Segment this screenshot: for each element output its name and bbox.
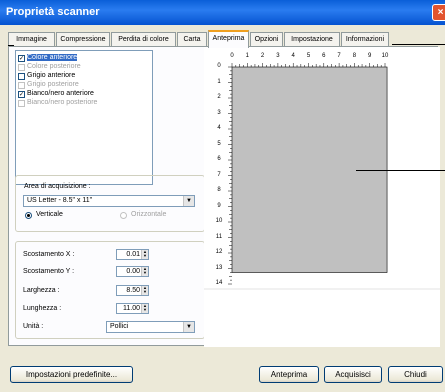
tab-immagine[interactable]: Immagine xyxy=(8,32,55,47)
title-bar: Proprietà scanner × xyxy=(0,0,445,25)
checkbox-icon[interactable] xyxy=(18,64,25,71)
defaults-button[interactable]: Impostazioni predefinite... xyxy=(10,366,133,383)
callout-line-right-middle xyxy=(356,170,445,171)
ruler-label: 9 xyxy=(368,53,372,59)
tab-opzioni[interactable]: Opzioni xyxy=(250,32,283,47)
unit-value: Pollici xyxy=(110,323,129,330)
vertical-label: Verticale xyxy=(36,211,63,218)
ruler-label: 6 xyxy=(322,53,326,59)
preview-panel: ✓ Colore anteriore Colore posteriore Grigio… xyxy=(8,46,440,347)
offset-y-stepper[interactable]: 0.00 ▲ ▼ xyxy=(116,266,149,277)
acquisition-area-group: Area di acquisizione : US Letter - 8.5" … xyxy=(15,175,205,232)
unit-select[interactable]: Pollici ▼ xyxy=(106,321,195,333)
offset-x-value: 0.01 xyxy=(126,251,140,258)
list-item-label: Bianco/nero posteriore xyxy=(27,99,98,106)
ruler-label: 12 xyxy=(215,249,223,255)
checkbox-checked-icon[interactable]: ✓ xyxy=(18,91,25,98)
list-item-label: Grigio posteriore xyxy=(27,81,79,88)
vertical-radio[interactable] xyxy=(25,212,32,219)
horizontal-label: Orizzontale xyxy=(131,211,167,218)
preview-canvas[interactable] xyxy=(204,47,440,347)
length-stepper[interactable]: 11.00 ▲ ▼ xyxy=(116,303,149,314)
ruler-label: 1 xyxy=(217,78,221,85)
ruler-label: 2 xyxy=(260,53,265,59)
ruler-label: 4 xyxy=(217,125,221,131)
checkbox-icon[interactable] xyxy=(18,73,25,80)
callout-line-top xyxy=(8,45,14,46)
list-item-label: Bianco/nero anteriore xyxy=(27,90,94,97)
spin-buttons-icon[interactable]: ▲ ▼ xyxy=(141,304,148,313)
close-button[interactable]: Chiudi xyxy=(388,366,443,383)
preview-button[interactable]: Anteprima xyxy=(259,366,319,383)
spin-buttons-icon[interactable]: ▲ ▼ xyxy=(141,250,148,259)
ruler-label: 0 xyxy=(230,53,234,59)
length-value: 11.00 xyxy=(123,305,140,312)
width-value: 8.50 xyxy=(126,287,140,294)
callout-line-right-top xyxy=(392,44,445,45)
ruler-label: 14 xyxy=(215,280,223,286)
list-item-label: Colore posteriore xyxy=(27,63,81,70)
ruler-label: 7 xyxy=(337,53,341,59)
width-stepper[interactable]: 8.50 ▲ ▼ xyxy=(116,285,149,296)
list-item-label: Grigio anteriore xyxy=(27,72,76,79)
ruler-label: 10 xyxy=(215,218,223,224)
acquisition-area-select[interactable]: US Letter - 8.5" x 11" ▼ xyxy=(23,195,195,207)
tab-informazioni[interactable]: Informazioni xyxy=(341,32,389,47)
ruler-label: 3 xyxy=(276,53,280,59)
checkbox-icon[interactable] xyxy=(18,82,25,89)
acquire-button[interactable]: Acquisisci xyxy=(324,366,382,383)
tab-perdita-di-colore[interactable]: Perdita di colore xyxy=(111,32,176,47)
unit-label: Unità : xyxy=(23,323,44,330)
ruler-label: 5 xyxy=(306,53,311,59)
ruler-label: 6 xyxy=(217,156,221,162)
ruler-label: 7 xyxy=(217,171,221,178)
image-type-list[interactable]: ✓ Colore anteriore Colore posteriore Grigio… xyxy=(15,50,153,185)
spin-buttons-icon[interactable]: ▲ ▼ xyxy=(141,286,148,295)
acquisition-area-label: Area di acquisizione : xyxy=(24,183,91,190)
tab-anteprima[interactable]: Anteprima xyxy=(208,30,249,48)
ruler-label: 4 xyxy=(291,53,295,59)
window-title: Proprietà scanner xyxy=(6,6,100,18)
checkbox-checked-icon[interactable]: ✓ xyxy=(18,55,25,62)
chevron-down-icon[interactable]: ▼ xyxy=(183,196,194,206)
ruler-label: 5 xyxy=(217,140,221,147)
width-label: Larghezza : xyxy=(23,287,60,294)
ruler-label: 8 xyxy=(217,187,221,193)
dimensions-group: Scostamento X : 0.01 ▲ ▼ Scostamento Y : … xyxy=(15,241,205,339)
offset-x-label: Scostamento X : xyxy=(23,251,75,258)
tab-carta[interactable]: Carta xyxy=(177,32,207,47)
ruler-label: 9 xyxy=(217,202,221,209)
offset-x-stepper[interactable]: 0.01 ▲ ▼ xyxy=(116,249,149,260)
ruler-label: 8 xyxy=(352,53,357,59)
tab-compressione[interactable]: Compressione xyxy=(56,32,110,47)
offset-y-value: 0.00 xyxy=(126,268,140,275)
ruler-label: 13 xyxy=(215,264,223,271)
chevron-down-icon[interactable]: ▼ xyxy=(183,322,194,332)
checkbox-icon[interactable] xyxy=(18,100,25,107)
ruler-label: 3 xyxy=(217,109,221,116)
preview-area[interactable]: 0 1 2 3 4 5 6 7 8 9 10 0 1 2 3 4 5 6 7 8 9 10 11 12 13 14 xyxy=(204,47,440,347)
offset-y-label: Scostamento Y : xyxy=(23,268,75,275)
spin-buttons-icon[interactable]: ▲ ▼ xyxy=(141,267,148,276)
ruler-label: 11 xyxy=(215,233,223,240)
ruler-label: 2 xyxy=(217,94,221,100)
horizontal-radio[interactable] xyxy=(120,212,127,219)
tab-impostazione[interactable]: Impostazione xyxy=(284,32,340,47)
ruler-label: 0 xyxy=(217,63,221,69)
acquisition-area-value: US Letter - 8.5" x 11" xyxy=(27,197,93,204)
length-label: Lunghezza : xyxy=(23,305,62,312)
ruler-label: 1 xyxy=(245,53,249,59)
ruler-label: 10 xyxy=(381,53,389,59)
list-item-label: Colore anteriore xyxy=(27,54,78,61)
close-icon[interactable]: × xyxy=(432,4,445,21)
